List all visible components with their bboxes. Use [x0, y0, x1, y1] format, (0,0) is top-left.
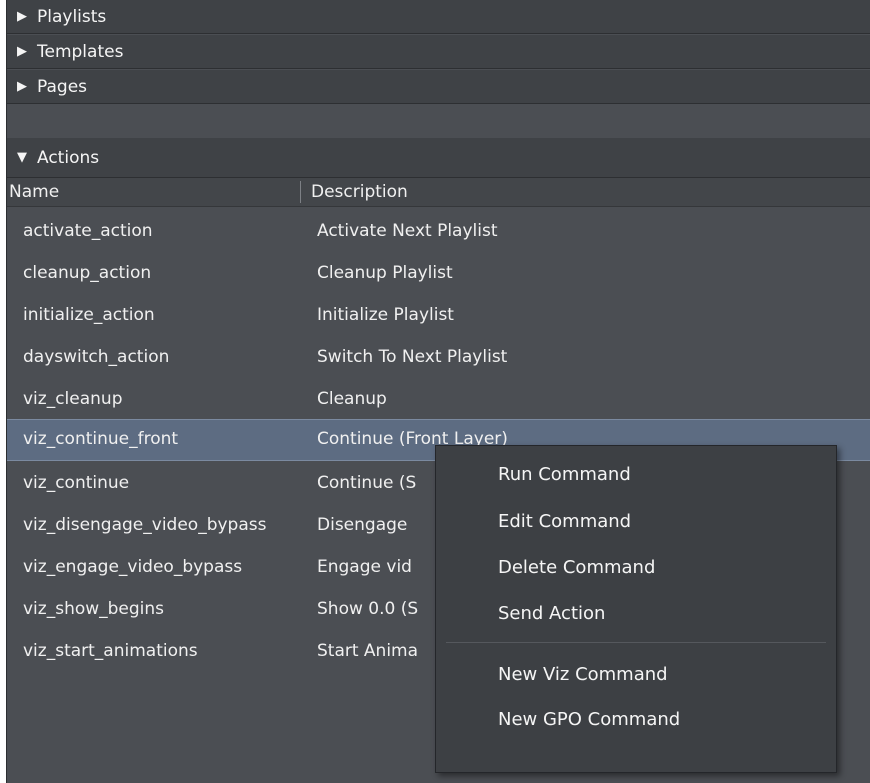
section-pages[interactable]: ▶ Pages	[7, 70, 870, 104]
expand-arrow-icon: ▶	[17, 44, 27, 59]
table-row[interactable]: cleanup_action Cleanup Playlist	[7, 253, 870, 293]
section-actions[interactable]: ▼ Actions	[7, 138, 870, 178]
context-menu: Run Command Edit Command Delete Command …	[435, 445, 837, 773]
section-label: Pages	[37, 76, 88, 97]
row-description: Activate Next Playlist	[317, 221, 498, 241]
menu-item-delete-command[interactable]: Delete Command	[436, 547, 836, 589]
menu-item-run-command[interactable]: Run Command	[436, 454, 836, 496]
row-description: Cleanup Playlist	[317, 263, 453, 283]
row-name: viz_continue	[23, 473, 130, 493]
row-description: Disengage	[317, 515, 408, 535]
section-label: Playlists	[37, 6, 107, 27]
expand-arrow-icon: ▶	[17, 79, 27, 94]
row-name: viz_disengage_video_bypass	[23, 515, 267, 535]
table-row[interactable]: viz_cleanup Cleanup	[7, 379, 870, 419]
row-description: Cleanup	[317, 389, 387, 409]
row-description: Continue (S	[317, 473, 417, 493]
column-resize-handle[interactable]	[300, 181, 301, 203]
menu-item-edit-command[interactable]: Edit Command	[436, 501, 836, 543]
section-playlists[interactable]: ▶ Playlists	[7, 0, 870, 34]
menu-separator	[446, 642, 826, 643]
row-name: viz_show_begins	[23, 599, 165, 619]
row-description: Start Anima	[317, 641, 419, 661]
section-templates[interactable]: ▶ Templates	[7, 35, 870, 69]
menu-item-new-viz-command[interactable]: New Viz Command	[436, 654, 836, 696]
menu-item-new-gpo-command[interactable]: New GPO Command	[436, 699, 836, 741]
row-description: Engage vid	[317, 557, 412, 577]
expand-arrow-icon: ▶	[17, 9, 27, 24]
row-name: viz_engage_video_bypass	[23, 557, 243, 577]
row-description: Switch To Next Playlist	[317, 347, 508, 367]
row-name: viz_continue_front	[23, 429, 179, 449]
table-row[interactable]: initialize_action Initialize Playlist	[7, 295, 870, 335]
row-name: viz_start_animations	[23, 641, 198, 661]
section-label: Templates	[37, 41, 124, 62]
section-label: Actions	[37, 147, 100, 168]
table-row[interactable]: activate_action Activate Next Playlist	[7, 211, 870, 251]
row-name: viz_cleanup	[23, 389, 123, 409]
column-header-name[interactable]: Name	[9, 182, 59, 202]
row-description: Initialize Playlist	[317, 305, 454, 325]
column-header-description[interactable]: Description	[311, 182, 408, 202]
row-description: Show 0.0 (S	[317, 599, 419, 619]
row-name: activate_action	[23, 221, 153, 241]
collapse-arrow-icon: ▼	[17, 150, 27, 165]
row-name: cleanup_action	[23, 263, 152, 283]
menu-item-send-action[interactable]: Send Action	[436, 593, 836, 635]
row-name: initialize_action	[23, 305, 155, 325]
table-row[interactable]: dayswitch_action Switch To Next Playlist	[7, 337, 870, 377]
table-header: Name Description	[7, 178, 870, 207]
row-name: dayswitch_action	[23, 347, 170, 367]
